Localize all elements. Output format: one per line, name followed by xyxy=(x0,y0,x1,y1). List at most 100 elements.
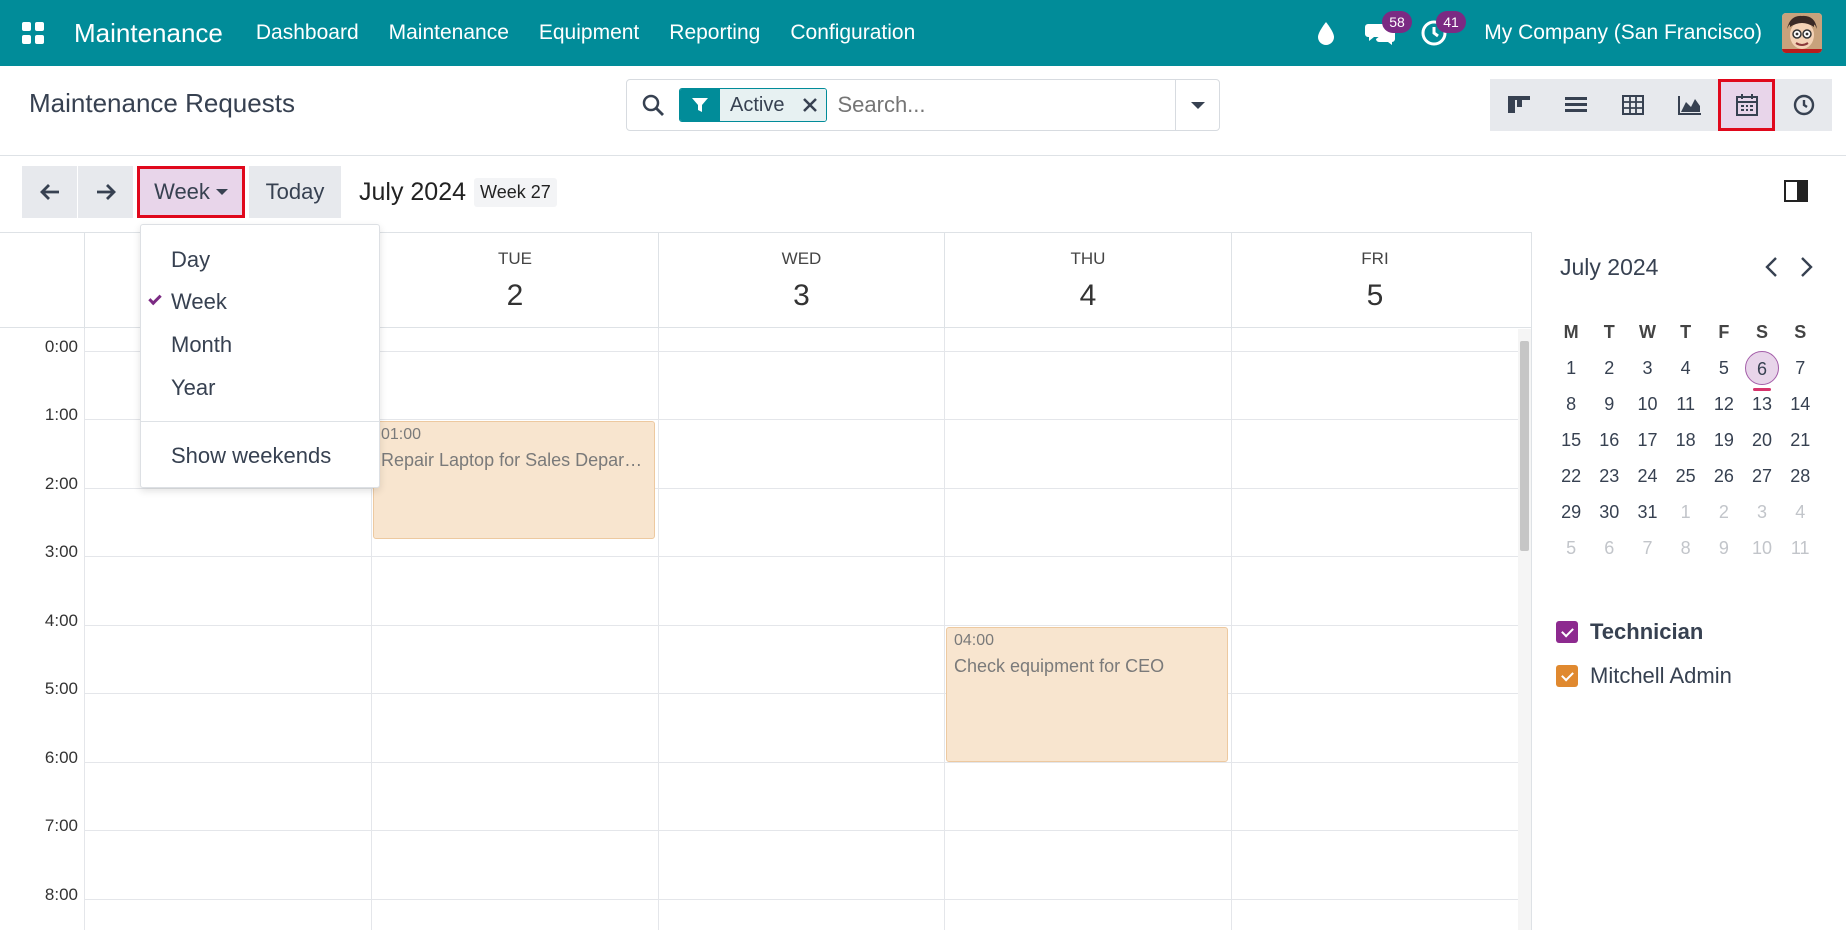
previous-button[interactable] xyxy=(22,166,77,218)
mini-day[interactable]: 13 xyxy=(1743,394,1781,415)
search-options-toggle[interactable] xyxy=(1175,80,1219,130)
messages-icon[interactable]: 58 xyxy=(1360,11,1412,53)
calendar-event[interactable]: 01:00 Repair Laptop for Sales Department xyxy=(373,421,655,539)
calendar-scrollbar[interactable] xyxy=(1518,329,1531,930)
pivot-view-button[interactable] xyxy=(1604,79,1661,131)
mini-prev-month-icon[interactable] xyxy=(1764,254,1780,285)
technician-filter-all[interactable]: Technician xyxy=(1556,610,1732,654)
mini-day[interactable]: 21 xyxy=(1781,430,1819,451)
mini-day-today-label: 6 xyxy=(1745,351,1780,385)
activity-view-button[interactable] xyxy=(1775,79,1832,131)
mini-day[interactable]: 29 xyxy=(1552,502,1590,523)
control-panel: Maintenance Requests Active xyxy=(0,66,1846,156)
activities-clock-icon[interactable]: 41 xyxy=(1414,11,1466,53)
mini-day[interactable]: 19 xyxy=(1705,430,1743,451)
filter-item-label: Mitchell Admin xyxy=(1590,663,1732,688)
menu-maintenance[interactable]: Maintenance xyxy=(389,21,509,45)
mini-day[interactable]: 4 xyxy=(1667,358,1705,379)
scale-option-year[interactable]: Year xyxy=(171,375,215,401)
mini-day-other-month[interactable]: 6 xyxy=(1590,538,1628,559)
menu-configuration[interactable]: Configuration xyxy=(790,21,915,45)
today-button[interactable]: Today xyxy=(249,166,341,218)
day-header-tue[interactable]: TUE 2 xyxy=(371,233,658,329)
mini-day[interactable]: 27 xyxy=(1743,466,1781,487)
mini-day[interactable]: 25 xyxy=(1667,466,1705,487)
mini-day[interactable]: 14 xyxy=(1781,394,1819,415)
day-name: THU xyxy=(1070,249,1106,268)
mini-day[interactable]: 8 xyxy=(1552,394,1590,415)
day-header-wed[interactable]: WED 3 xyxy=(658,233,944,329)
scrollbar-thumb[interactable] xyxy=(1520,341,1529,551)
day-header-fri[interactable]: FRI 5 xyxy=(1231,233,1518,329)
mini-day[interactable]: 20 xyxy=(1743,430,1781,451)
mini-day-other-month[interactable]: 11 xyxy=(1781,538,1819,559)
calendar-event[interactable]: 04:00 Check equipment for CEO xyxy=(946,627,1228,762)
app-menu-icon[interactable] xyxy=(0,0,66,66)
kanban-view-button[interactable] xyxy=(1490,79,1547,131)
graph-view-button[interactable] xyxy=(1661,79,1718,131)
hour-label: 8:00 xyxy=(44,885,78,904)
mini-day[interactable]: 9 xyxy=(1590,394,1628,415)
menu-reporting[interactable]: Reporting xyxy=(669,21,760,45)
menu-equipment[interactable]: Equipment xyxy=(539,21,639,45)
menu-dashboard[interactable]: Dashboard xyxy=(256,21,359,45)
calendar-view-button[interactable] xyxy=(1718,79,1775,131)
mini-day[interactable]: 31 xyxy=(1628,502,1666,523)
hour-label: 7:00 xyxy=(44,816,78,835)
mini-day-other-month[interactable]: 9 xyxy=(1705,538,1743,559)
mini-day[interactable]: 12 xyxy=(1705,394,1743,415)
user-avatar[interactable] xyxy=(1782,13,1822,53)
side-panel-toggle-icon[interactable] xyxy=(1784,180,1808,202)
next-button[interactable] xyxy=(78,166,133,218)
search-input[interactable] xyxy=(837,92,1158,118)
app-brand[interactable]: Maintenance xyxy=(74,18,223,49)
mini-day[interactable]: 17 xyxy=(1628,430,1666,451)
mini-day[interactable]: 3 xyxy=(1628,358,1666,379)
mini-week-row: 15 16 17 18 19 20 21 xyxy=(1552,422,1819,458)
mini-day[interactable]: 2 xyxy=(1590,358,1628,379)
mini-day[interactable]: 22 xyxy=(1552,466,1590,487)
mini-day-today[interactable]: 6 xyxy=(1743,351,1781,391)
mini-day-other-month[interactable]: 7 xyxy=(1628,538,1666,559)
mini-day[interactable]: 5 xyxy=(1705,358,1743,379)
filter-icon xyxy=(680,89,720,121)
checkbox-checked-icon[interactable] xyxy=(1556,621,1578,643)
mini-day[interactable]: 7 xyxy=(1781,358,1819,379)
scale-option-day[interactable]: Day xyxy=(171,247,210,273)
mini-day[interactable]: 28 xyxy=(1781,466,1819,487)
mini-day-other-month[interactable]: 10 xyxy=(1743,538,1781,559)
mini-day[interactable]: 11 xyxy=(1667,394,1705,415)
mini-weekday: F xyxy=(1718,321,1730,342)
mini-next-month-icon[interactable] xyxy=(1798,254,1814,285)
checkbox-checked-icon[interactable] xyxy=(1556,665,1578,687)
mini-day[interactable]: 16 xyxy=(1590,430,1628,451)
mini-day[interactable]: 26 xyxy=(1705,466,1743,487)
scale-option-month[interactable]: Month xyxy=(171,332,232,358)
mini-day-other-month[interactable]: 3 xyxy=(1743,502,1781,523)
day-header-thu[interactable]: THU 4 xyxy=(944,233,1231,329)
mini-day[interactable]: 18 xyxy=(1667,430,1705,451)
scale-option-week[interactable]: Week xyxy=(148,289,227,315)
scale-dropdown-button[interactable]: Week xyxy=(137,166,245,218)
mini-day-other-month[interactable]: 1 xyxy=(1667,502,1705,523)
mini-day[interactable]: 1 xyxy=(1552,358,1590,379)
mini-week-row: 5 6 7 8 9 10 11 xyxy=(1552,530,1819,566)
search-icon[interactable] xyxy=(627,80,679,130)
mini-day-other-month[interactable]: 4 xyxy=(1781,502,1819,523)
company-switcher[interactable]: My Company (San Francisco) xyxy=(1484,21,1762,45)
close-icon[interactable] xyxy=(794,89,827,121)
mini-day-other-month[interactable]: 5 xyxy=(1552,538,1590,559)
mini-day[interactable]: 10 xyxy=(1628,394,1666,415)
mini-day[interactable]: 30 xyxy=(1590,502,1628,523)
calendar-side-panel: July 2024 M T W T F S S 1 2 3 4 5 6 7 8 … xyxy=(1531,232,1846,930)
technician-filter-item[interactable]: Mitchell Admin xyxy=(1556,654,1732,698)
hour-label: 4:00 xyxy=(44,611,78,630)
mini-day[interactable]: 24 xyxy=(1628,466,1666,487)
mini-day-other-month[interactable]: 8 xyxy=(1667,538,1705,559)
mini-day[interactable]: 15 xyxy=(1552,430,1590,451)
drop-icon[interactable] xyxy=(1306,13,1346,53)
mini-day-other-month[interactable]: 2 xyxy=(1705,502,1743,523)
mini-day[interactable]: 23 xyxy=(1590,466,1628,487)
list-view-button[interactable] xyxy=(1547,79,1604,131)
show-weekends-toggle[interactable]: Show weekends xyxy=(171,443,331,469)
